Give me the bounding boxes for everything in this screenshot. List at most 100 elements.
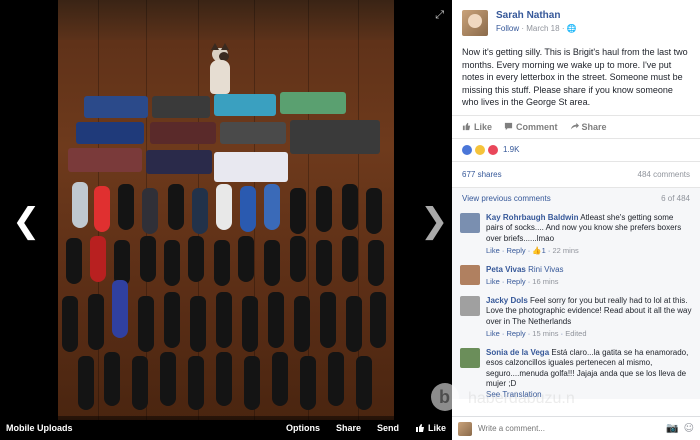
comment-tag[interactable]: Rini Vivas bbox=[528, 265, 563, 274]
camera-icon[interactable]: 📷 bbox=[666, 423, 678, 434]
smiley-icon[interactable]: ☺ bbox=[684, 423, 694, 434]
comment-meta: Like · Reply · 16 mins bbox=[486, 277, 559, 286]
post-meta: Follow · March 18 · 🌐 bbox=[496, 24, 577, 33]
cat bbox=[208, 43, 232, 94]
shares-count[interactable]: 677 shares bbox=[462, 170, 502, 179]
comment: Sonia de la Vega Está claro...la gatita … bbox=[460, 344, 692, 399]
reactions-row[interactable]: 1.9K bbox=[452, 137, 700, 161]
comment-reply-link[interactable]: Reply bbox=[506, 246, 525, 255]
sock bbox=[342, 184, 358, 230]
commenter-name[interactable]: Sonia de la Vega bbox=[486, 348, 549, 357]
comment-likes[interactable]: 1 bbox=[542, 246, 546, 255]
comment-time[interactable]: 22 mins bbox=[552, 246, 578, 255]
send-button[interactable]: Send bbox=[377, 423, 399, 433]
sock bbox=[192, 188, 208, 234]
boxers bbox=[214, 94, 276, 116]
comment-reply-link[interactable]: Reply bbox=[506, 329, 525, 338]
chevron-right-icon[interactable]: ❯ bbox=[420, 204, 449, 238]
options-button[interactable]: Options bbox=[286, 423, 320, 433]
boxers bbox=[152, 96, 210, 118]
photo-wall bbox=[58, 0, 394, 40]
thumbs-up-icon bbox=[462, 122, 471, 131]
haha-reaction-icon bbox=[475, 144, 485, 155]
reaction-count[interactable]: 1.9K bbox=[503, 145, 519, 154]
comment-meta: Like · Reply · 👍1 · 22 mins bbox=[486, 246, 579, 255]
write-comment-input[interactable] bbox=[478, 424, 662, 433]
sock bbox=[188, 356, 204, 410]
commenter-avatar[interactable] bbox=[460, 295, 480, 316]
share-arrow-icon bbox=[570, 122, 579, 130]
comment-reply-link[interactable]: Reply bbox=[506, 277, 525, 286]
globe-icon: 🌐 bbox=[566, 24, 577, 33]
sock bbox=[190, 296, 206, 352]
post-text: Now it's getting silly. This is Brigit's… bbox=[462, 47, 688, 107]
chevron-left-icon[interactable]: ❮ bbox=[12, 204, 41, 238]
commenter-avatar[interactable] bbox=[460, 212, 480, 233]
commenter-avatar[interactable] bbox=[460, 347, 480, 368]
sock bbox=[140, 236, 156, 282]
sock bbox=[366, 188, 382, 234]
commenter-name[interactable]: Jacky Dols bbox=[486, 296, 528, 305]
view-previous-comments-link[interactable]: View previous comments bbox=[462, 194, 551, 203]
sock bbox=[320, 292, 336, 348]
love-reaction-icon bbox=[488, 144, 498, 155]
photo-viewer: ❮ ❯ ⤢ Mobile Uploads Options Share Send … bbox=[0, 0, 452, 440]
sock bbox=[160, 352, 176, 406]
post-like-button[interactable]: Like bbox=[462, 122, 492, 132]
sock bbox=[370, 292, 386, 348]
sock bbox=[90, 236, 106, 282]
boxers bbox=[150, 122, 216, 144]
comment-meta: Like · Reply · 15 mins · Edited bbox=[486, 329, 587, 338]
sock bbox=[94, 186, 110, 232]
like-reaction-icon bbox=[462, 144, 472, 155]
sock bbox=[62, 296, 78, 352]
sock bbox=[238, 236, 254, 282]
follow-link[interactable]: Follow bbox=[496, 24, 519, 33]
comment-time[interactable]: 16 mins bbox=[532, 277, 558, 286]
comment-like-link[interactable]: Like bbox=[486, 277, 500, 286]
sock bbox=[214, 240, 230, 286]
comment-edited[interactable]: Edited bbox=[565, 329, 586, 338]
comment-like-link[interactable]: Like bbox=[486, 329, 500, 338]
sock bbox=[240, 186, 256, 232]
sock bbox=[66, 238, 82, 284]
comment-icon bbox=[504, 122, 513, 131]
sock bbox=[142, 188, 158, 234]
comment-time[interactable]: 15 mins bbox=[532, 329, 558, 338]
author-avatar[interactable] bbox=[462, 10, 488, 36]
commenter-name[interactable]: Peta Vivas bbox=[486, 265, 526, 274]
socks-pile bbox=[290, 120, 380, 154]
author-name[interactable]: Sarah Nathan bbox=[496, 10, 577, 21]
post-share-button[interactable]: Share bbox=[570, 122, 607, 132]
boxers bbox=[68, 148, 142, 172]
commenter-avatar[interactable] bbox=[460, 264, 480, 285]
sock bbox=[316, 240, 332, 286]
sock bbox=[342, 236, 358, 282]
post-comment-button[interactable]: Comment bbox=[504, 122, 558, 132]
sock bbox=[316, 186, 332, 232]
expand-icon[interactable]: ⤢ bbox=[435, 8, 444, 22]
comments-count: 484 comments bbox=[637, 169, 690, 179]
share-button[interactable]: Share bbox=[336, 423, 361, 433]
sock bbox=[112, 280, 128, 338]
sock bbox=[188, 236, 204, 282]
see-translation-link[interactable]: See Translation bbox=[486, 390, 692, 399]
sock bbox=[138, 296, 154, 352]
comment-like-link[interactable]: Like bbox=[486, 246, 500, 255]
sock bbox=[290, 236, 306, 282]
sock bbox=[290, 188, 306, 234]
post-date[interactable]: March 18 bbox=[526, 24, 559, 33]
post-actions: Like Comment Share bbox=[452, 114, 700, 138]
boxers bbox=[214, 152, 288, 182]
like-button[interactable]: Like bbox=[415, 423, 446, 433]
sock bbox=[216, 352, 232, 406]
boxers bbox=[146, 150, 212, 174]
boxers bbox=[220, 122, 286, 144]
commenter-name[interactable]: Kay Rohrbaugh Baldwin bbox=[486, 213, 578, 222]
comments-list: Kay Rohrbaugh Baldwin Atleast she's gett… bbox=[452, 208, 700, 399]
boxers bbox=[84, 96, 148, 118]
album-link[interactable]: Mobile Uploads bbox=[6, 423, 270, 433]
sock bbox=[346, 296, 362, 352]
sock bbox=[328, 352, 344, 406]
comment: Jacky Dols Feel sorry for you but really… bbox=[460, 292, 692, 344]
